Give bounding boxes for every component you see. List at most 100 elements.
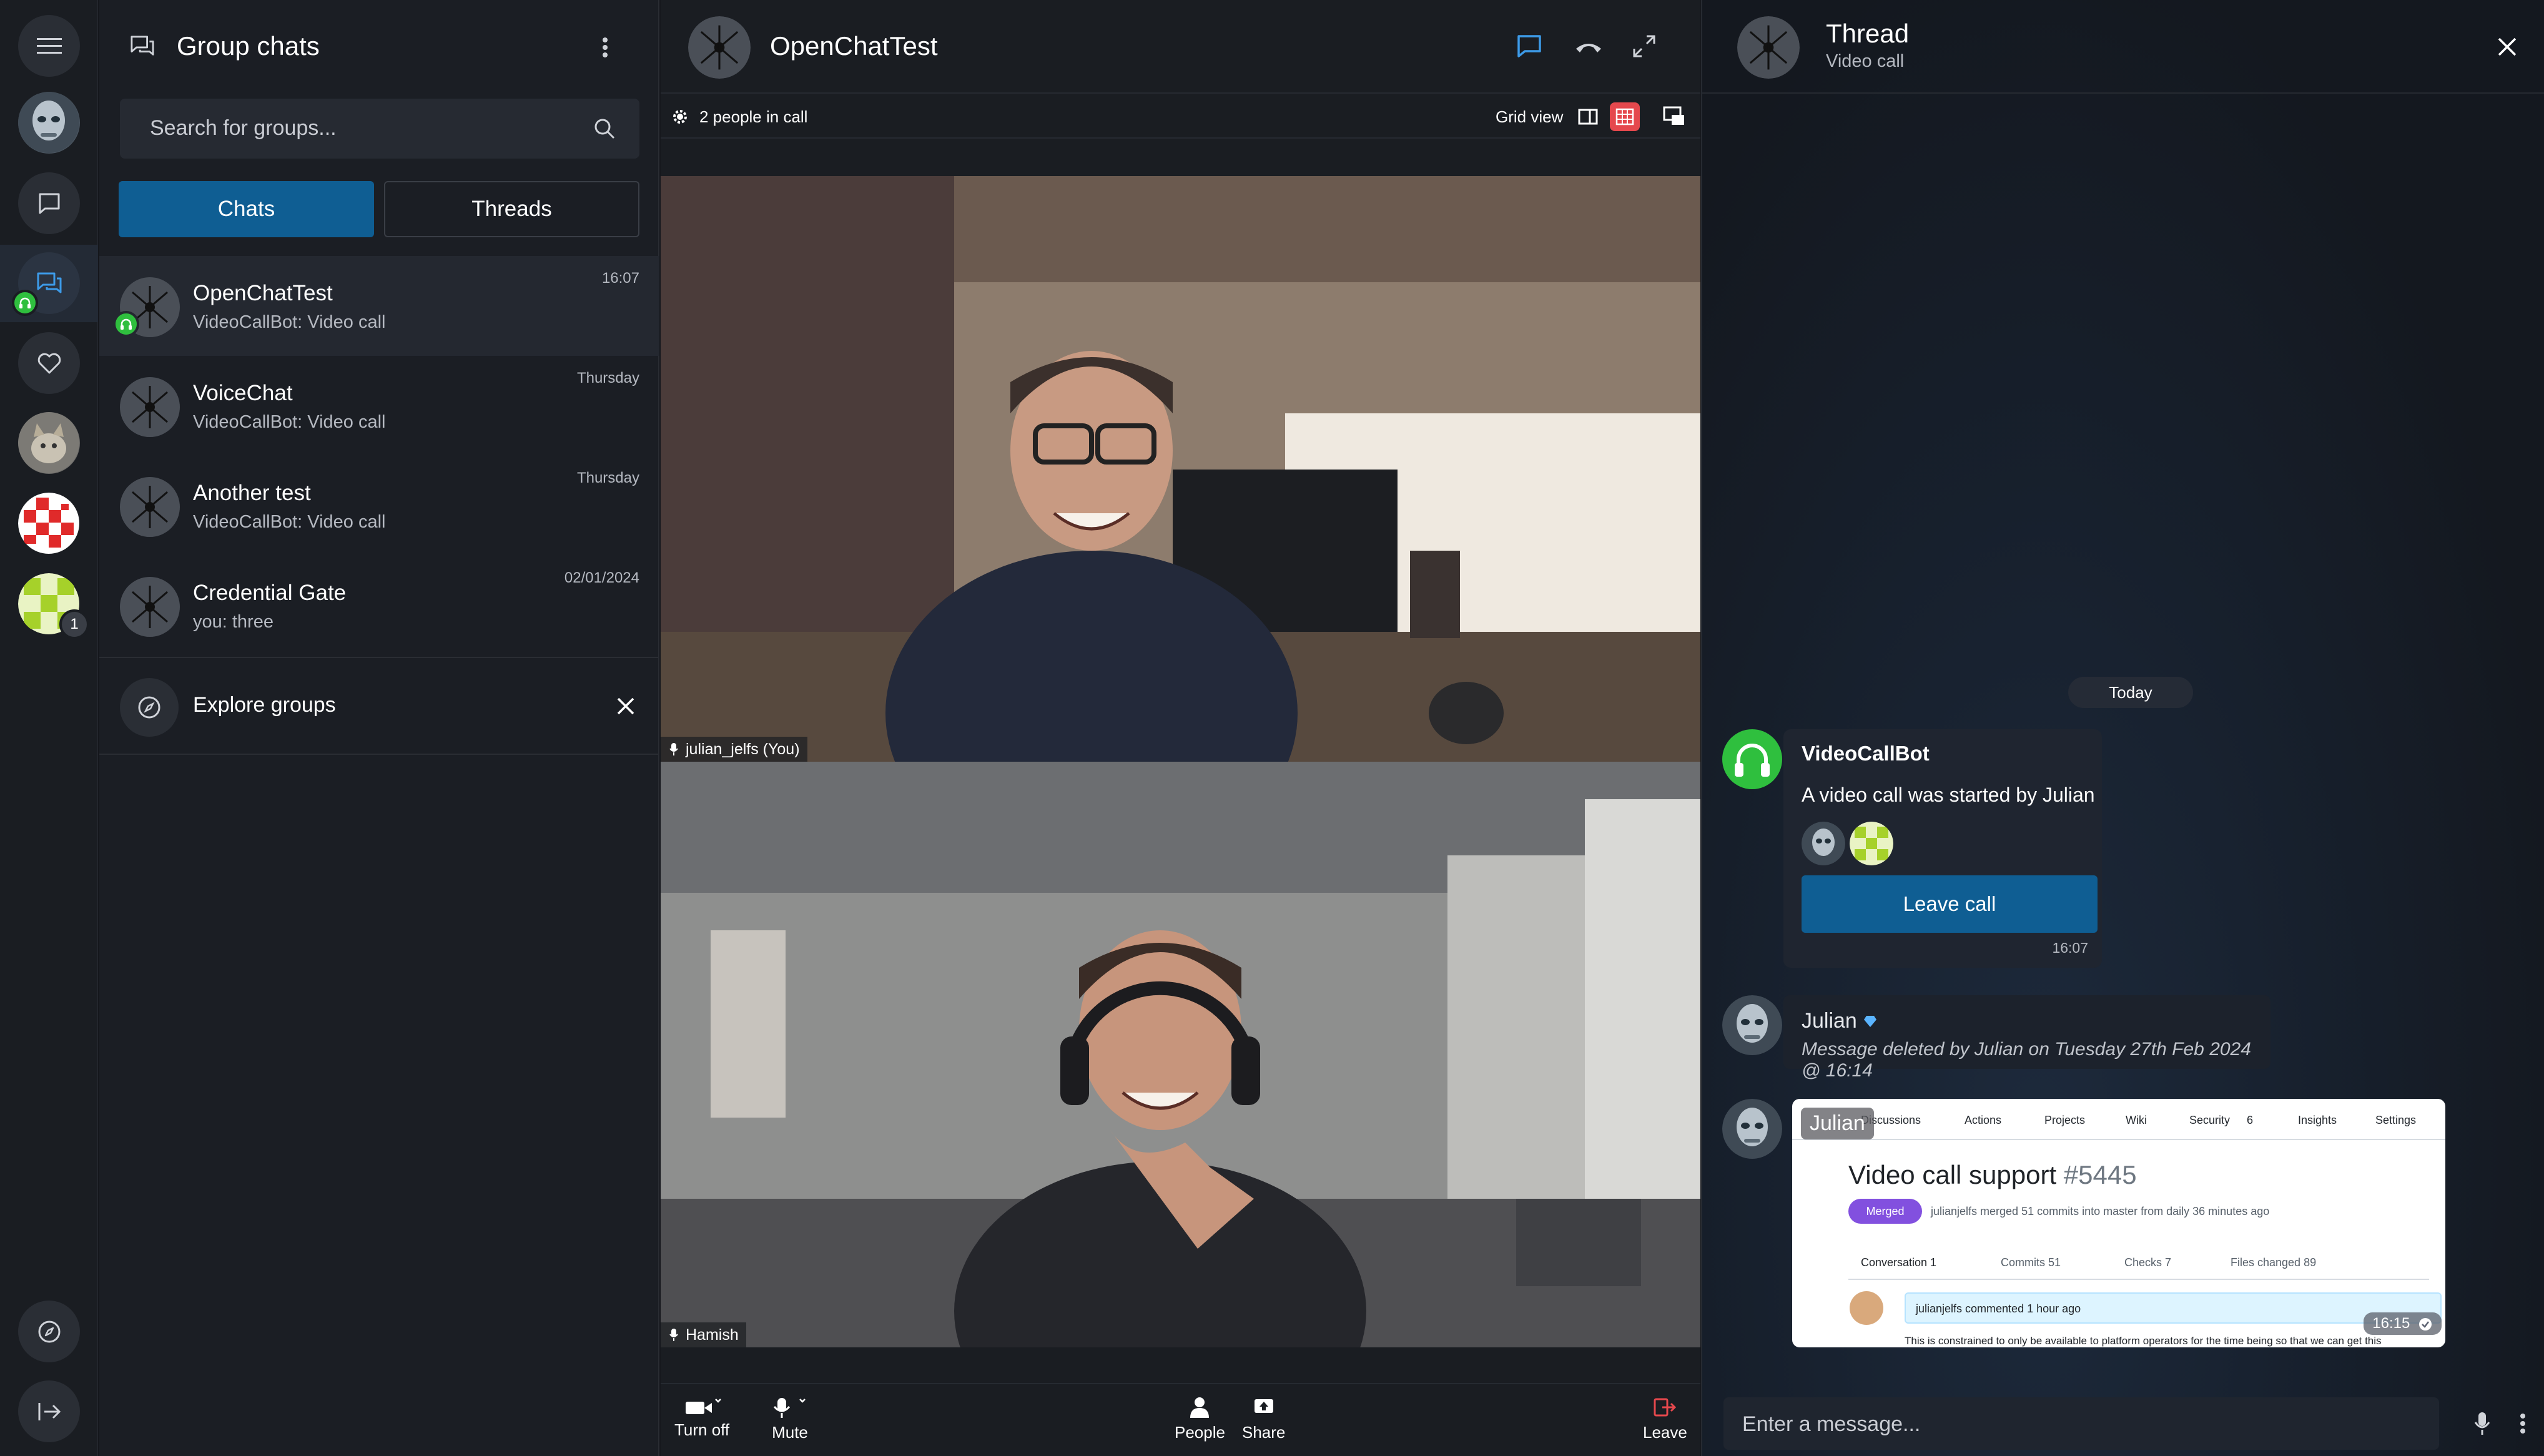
message-input[interactable]: Enter a message... (1723, 1397, 2439, 1450)
screenshot-merged-badge: Merged (1848, 1199, 1922, 1224)
cat-avatar-icon (18, 412, 79, 473)
sidebar-layout-icon[interactable] (1577, 107, 1599, 126)
leave-call-button[interactable]: Leave call (1802, 875, 2098, 933)
message-sender: VideoCallBot (1802, 742, 1930, 765)
chat-name: Another test (193, 481, 311, 505)
direct-chats-button[interactable] (18, 172, 80, 234)
message-time: 16:07 (2052, 940, 2088, 956)
microphone-icon (773, 1398, 806, 1418)
chat-time: 02/01/2024 (564, 569, 639, 586)
screenshot-pr-meta: julianjelfs merged 51 commits into maste… (1931, 1205, 2270, 1217)
logout-button[interactable] (18, 1380, 80, 1442)
search-input[interactable]: Search for groups... (120, 99, 639, 159)
chat-item-credential-gate[interactable]: Credential Gate you: three 02/01/2024 (99, 556, 659, 656)
user-avatar[interactable] (18, 92, 80, 154)
image-attachment[interactable]: Discussions Actions Projects Wiki Securi… (1792, 1099, 2445, 1347)
message-sender: Julian (1802, 1009, 1878, 1033)
thread-subtitle: Video call (1826, 51, 1905, 71)
mute-button[interactable]: Mute (770, 1395, 810, 1442)
explore-groups-row[interactable]: Explore groups (99, 657, 659, 755)
chat-last-message: VideoCallBot: Video call (193, 512, 386, 532)
call-title: OpenChatTest (770, 31, 938, 61)
settings-gear-icon[interactable] (671, 107, 689, 126)
call-in-progress-icon (12, 290, 38, 316)
participant-video-1[interactable]: julian_jelfs (You) (661, 176, 1700, 762)
participant-video-frame (661, 762, 1700, 1347)
grid-layout-button[interactable] (1610, 102, 1640, 131)
chat-time: Thursday (576, 470, 639, 486)
chat-name: VoiceChat (193, 381, 293, 405)
participant-video-2[interactable]: Hamish (661, 762, 1700, 1347)
date-divider: Today (2068, 677, 2193, 708)
expand-icon[interactable] (1632, 34, 1657, 59)
expand-image-icon[interactable] (1805, 1319, 1823, 1337)
sender-avatar (1722, 1099, 1782, 1159)
close-icon[interactable] (616, 697, 635, 716)
participant-name-tag: Hamish (661, 1322, 746, 1347)
kebab-menu-icon[interactable] (2519, 1412, 2527, 1435)
participant-avatar (1802, 822, 1845, 865)
camera-toggle-button[interactable]: Turn off (674, 1395, 729, 1440)
call-toolbar: 2 people in call Grid view (661, 95, 1700, 139)
call-in-progress-icon (113, 311, 139, 337)
robot-avatar-icon (18, 92, 79, 153)
share-label: Share (1242, 1423, 1286, 1442)
search-icon[interactable] (593, 117, 616, 140)
people-button[interactable]: People (1175, 1395, 1225, 1442)
grid-view-label: Grid view (1496, 107, 1564, 126)
picture-in-picture-icon[interactable] (1663, 106, 1685, 127)
microphone-icon (669, 743, 678, 755)
screenshot-pr-title: Video call support #5445 (1848, 1160, 2137, 1189)
logout-arrow-icon (38, 1402, 61, 1420)
screenshot-comment-header: julianjelfs commented 1 hour ago (1905, 1292, 2442, 1324)
screenshot-subtab: Files changed 89 (2231, 1256, 2317, 1269)
screenshot-subtab: Conversation 1 (1861, 1256, 1937, 1269)
group-chat-icon (37, 272, 61, 293)
screenshot-tab: Wiki (2126, 1114, 2147, 1126)
deleted-message-text: Message deleted by Julian on Tuesday 27t… (1802, 1039, 2251, 1081)
community-avatar-cat[interactable] (18, 412, 80, 474)
diamond-verified-icon (1864, 1016, 1877, 1027)
bot-message: VideoCallBot A video call was started by… (1783, 729, 2102, 968)
grid-layout-icon (1615, 108, 1634, 125)
hang-up-icon[interactable] (1574, 37, 1604, 55)
tab-threads[interactable]: Threads (384, 181, 639, 237)
kebab-menu-icon[interactable] (601, 35, 609, 60)
leave-call-button[interactable]: Leave (1643, 1395, 1687, 1442)
screenshot-subtab: Commits 51 (2001, 1256, 2061, 1269)
heart-icon (37, 353, 61, 373)
community-avatar-red[interactable] (18, 493, 80, 554)
screenshot-subtab-bar: Conversation 1 Commits 51 Checks 7 Files… (1848, 1246, 2429, 1280)
chat-item-voicechat[interactable]: VoiceChat VideoCallBot: Video call Thurs… (99, 356, 659, 456)
chat-last-message: VideoCallBot: Video call (193, 312, 386, 332)
screenshot-tab: Actions (1965, 1114, 2002, 1126)
participant-name-tag: julian_jelfs (You) (661, 737, 807, 762)
screenshot-tab: Security (2189, 1114, 2231, 1126)
thread-chat-icon[interactable] (1516, 34, 1542, 59)
microphone-icon[interactable] (2474, 1411, 2490, 1436)
group-avatar (1737, 16, 1800, 79)
chat-last-message: VideoCallBot: Video call (193, 412, 386, 432)
close-icon[interactable] (2497, 36, 2518, 57)
participant-video-frame (661, 176, 1700, 762)
green-checker-avatar-icon (1850, 822, 1893, 865)
unread-count-badge: 1 (59, 609, 89, 639)
chat-time: Thursday (576, 370, 639, 386)
favourites-button[interactable] (18, 332, 80, 394)
headphones-icon (1735, 744, 1770, 777)
screenshot-tab-bar: Discussions Actions Projects Wiki Securi… (1792, 1099, 2445, 1140)
thread-title: Thread (1826, 19, 1910, 48)
chat-last-message: you: three (193, 612, 274, 632)
message-sender-overlay: Julian (1801, 1108, 1874, 1139)
chat-name: Credential Gate (193, 581, 347, 605)
chat-item-openchattest[interactable]: OpenChatTest VideoCallBot: Video call 16… (99, 256, 659, 356)
tab-chats[interactable]: Chats (119, 181, 374, 237)
sender-avatar (1722, 995, 1782, 1055)
chat-item-another-test[interactable]: Another test VideoCallBot: Video call Th… (99, 456, 659, 556)
explore-button[interactable] (18, 1301, 80, 1362)
share-screen-button[interactable]: Share (1242, 1395, 1285, 1442)
group-avatar (120, 377, 180, 437)
group-avatar (120, 577, 180, 637)
robot-avatar-icon (1722, 1099, 1782, 1159)
menu-button[interactable] (18, 15, 80, 77)
